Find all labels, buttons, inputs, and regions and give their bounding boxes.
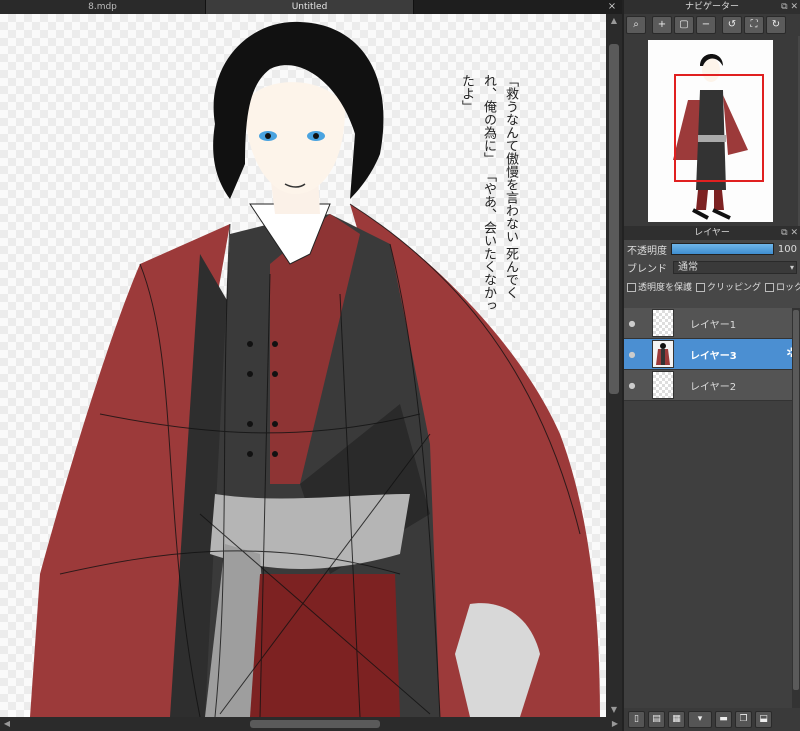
layer-panel-controls-icon[interactable]: ⧉ ✕ <box>781 226 798 240</box>
blend-label: ブレンド <box>627 263 667 275</box>
layer-bottom-toolbar: ▯ ▤ ▦ ▾ ▬ ❐ ⬓ <box>624 708 800 731</box>
layer-row-2[interactable]: ● レイヤー2 <box>624 370 800 401</box>
navigator-preview[interactable] <box>624 36 798 226</box>
navigator-title-bar: ナビゲーター ⧉ ✕ <box>624 0 800 14</box>
opacity-row: 不透明度 100 <box>624 240 800 258</box>
blend-mode-select[interactable]: 通常 ▾ <box>673 260 797 274</box>
zoom-out-icon[interactable]: − <box>696 16 716 34</box>
layer-name: レイヤー1 <box>690 319 737 331</box>
blend-mode-value: 通常 <box>678 261 698 273</box>
rotate-left-icon[interactable]: ↺ <box>722 16 742 34</box>
layer-panel-title: レイヤー <box>694 228 730 238</box>
layer-row-3-selected[interactable]: ● レイヤー3 ✲ <box>624 339 800 370</box>
vertical-scroll-thumb[interactable] <box>609 44 619 394</box>
note-line-1: 「救うなんて傲慢を言わない <box>503 74 518 243</box>
navigator-toolbar: ⌕ + ▢ − ↺ ⛶ ↻ <box>624 14 800 36</box>
layer-options-row: 透明度を保護 クリッピング ロック <box>624 276 800 296</box>
opacity-value: 100 <box>777 243 797 255</box>
fit-window-icon[interactable]: ⛶ <box>744 16 764 34</box>
layer-thumbnail <box>652 340 674 368</box>
checkbox-icon <box>765 282 775 292</box>
canvas-horizontal-scrollbar[interactable]: ◀ ▶ <box>0 717 622 731</box>
clipping-checkbox[interactable]: クリッピング <box>696 280 761 293</box>
visibility-eye-icon[interactable]: ● <box>624 350 640 359</box>
layer-row-1[interactable]: ● レイヤー1 <box>624 308 800 339</box>
scroll-up-icon[interactable]: ▲ <box>606 14 622 28</box>
scroll-down-icon[interactable]: ▼ <box>606 703 622 717</box>
scroll-left-icon[interactable]: ◀ <box>0 717 14 731</box>
visibility-eye-icon[interactable]: ● <box>624 381 640 390</box>
clipping-label: クリッピング <box>707 282 762 293</box>
panel-controls-icon[interactable]: ⧉ ✕ <box>781 0 798 14</box>
preserve-opacity-label: 透明度を保護 <box>638 282 693 293</box>
checkbox-icon <box>627 282 636 292</box>
layer-name: レイヤー3 <box>690 350 737 362</box>
layer-list: ● レイヤー1 ● レイヤー3 ✲ ● レイヤー2 <box>624 308 800 708</box>
zoom-in-icon[interactable]: + <box>652 16 672 34</box>
horizontal-scroll-thumb[interactable] <box>250 720 380 728</box>
duplicate-layer-icon[interactable]: ❐ <box>735 711 752 728</box>
tab-8-mdp[interactable]: 8.mdp <box>0 0 206 14</box>
navigator-viewport-rect[interactable] <box>674 74 764 182</box>
actual-size-icon[interactable]: ▢ <box>674 16 694 34</box>
merge-layer-icon[interactable]: ⬓ <box>755 711 772 728</box>
opacity-slider[interactable] <box>671 243 774 255</box>
drawing-canvas[interactable]: 「救うなんて傲慢を言わない 死んでくれ、俺の為に」 「やあ、会いたくなかったよ」 <box>0 14 606 717</box>
layer-thumbnail <box>652 309 674 337</box>
new-1bit-layer-icon[interactable]: ▦ <box>668 711 685 728</box>
tab-untitled[interactable]: Untitled <box>206 0 414 14</box>
new-layer-icon[interactable]: ▯ <box>628 711 645 728</box>
layer-title-bar: レイヤー ⧉ ✕ <box>624 226 800 240</box>
opacity-label: 不透明度 <box>627 245 667 257</box>
zoom-fit-icon[interactable]: ⌕ <box>626 16 646 34</box>
add-layer-menu-icon[interactable]: ▾ <box>688 711 712 728</box>
document-tab-bar: 8.mdp Untitled × <box>0 0 622 14</box>
layer-list-scroll-thumb[interactable] <box>793 310 799 690</box>
lock-label: ロック <box>776 282 800 293</box>
scroll-right-icon[interactable]: ▶ <box>608 717 622 731</box>
opacity-slider-fill <box>672 244 773 254</box>
blend-row: ブレンド 通常 ▾ <box>624 258 800 276</box>
lock-checkbox[interactable]: ロック <box>765 280 800 293</box>
visibility-eye-icon[interactable]: ● <box>624 319 640 328</box>
checkbox-icon <box>696 282 706 292</box>
folder-icon[interactable]: ▬ <box>715 711 732 728</box>
app-window: 8.mdp Untitled × 「救うなんて傲慢を言わない 死んでくれ、俺の為… <box>0 0 800 731</box>
layer-thumbnail <box>652 371 674 399</box>
preserve-opacity-checkbox[interactable]: 透明度を保護 <box>627 280 692 293</box>
new-halftone-layer-icon[interactable]: ▤ <box>648 711 665 728</box>
navigator-title: ナビゲーター <box>684 2 739 12</box>
layer-list-scrollbar[interactable] <box>792 308 800 708</box>
right-panel: ナビゲーター ⧉ ✕ ⌕ + ▢ − ↺ ⛶ ↻ レイヤー ⧉ ✕ 不透明度 1… <box>622 0 800 731</box>
canvas-vertical-scrollbar[interactable]: ▲ ▼ <box>606 14 622 717</box>
layer-name: レイヤー2 <box>690 381 737 393</box>
close-tab-icon[interactable]: × <box>606 1 618 13</box>
chevron-down-icon: ▾ <box>789 262 794 272</box>
handwritten-note: 「救うなんて傲慢を言わない 死んでくれ、俺の為に」 「やあ、会いたくなかったよ」 <box>455 74 521 314</box>
rotate-right-icon[interactable]: ↻ <box>766 16 786 34</box>
